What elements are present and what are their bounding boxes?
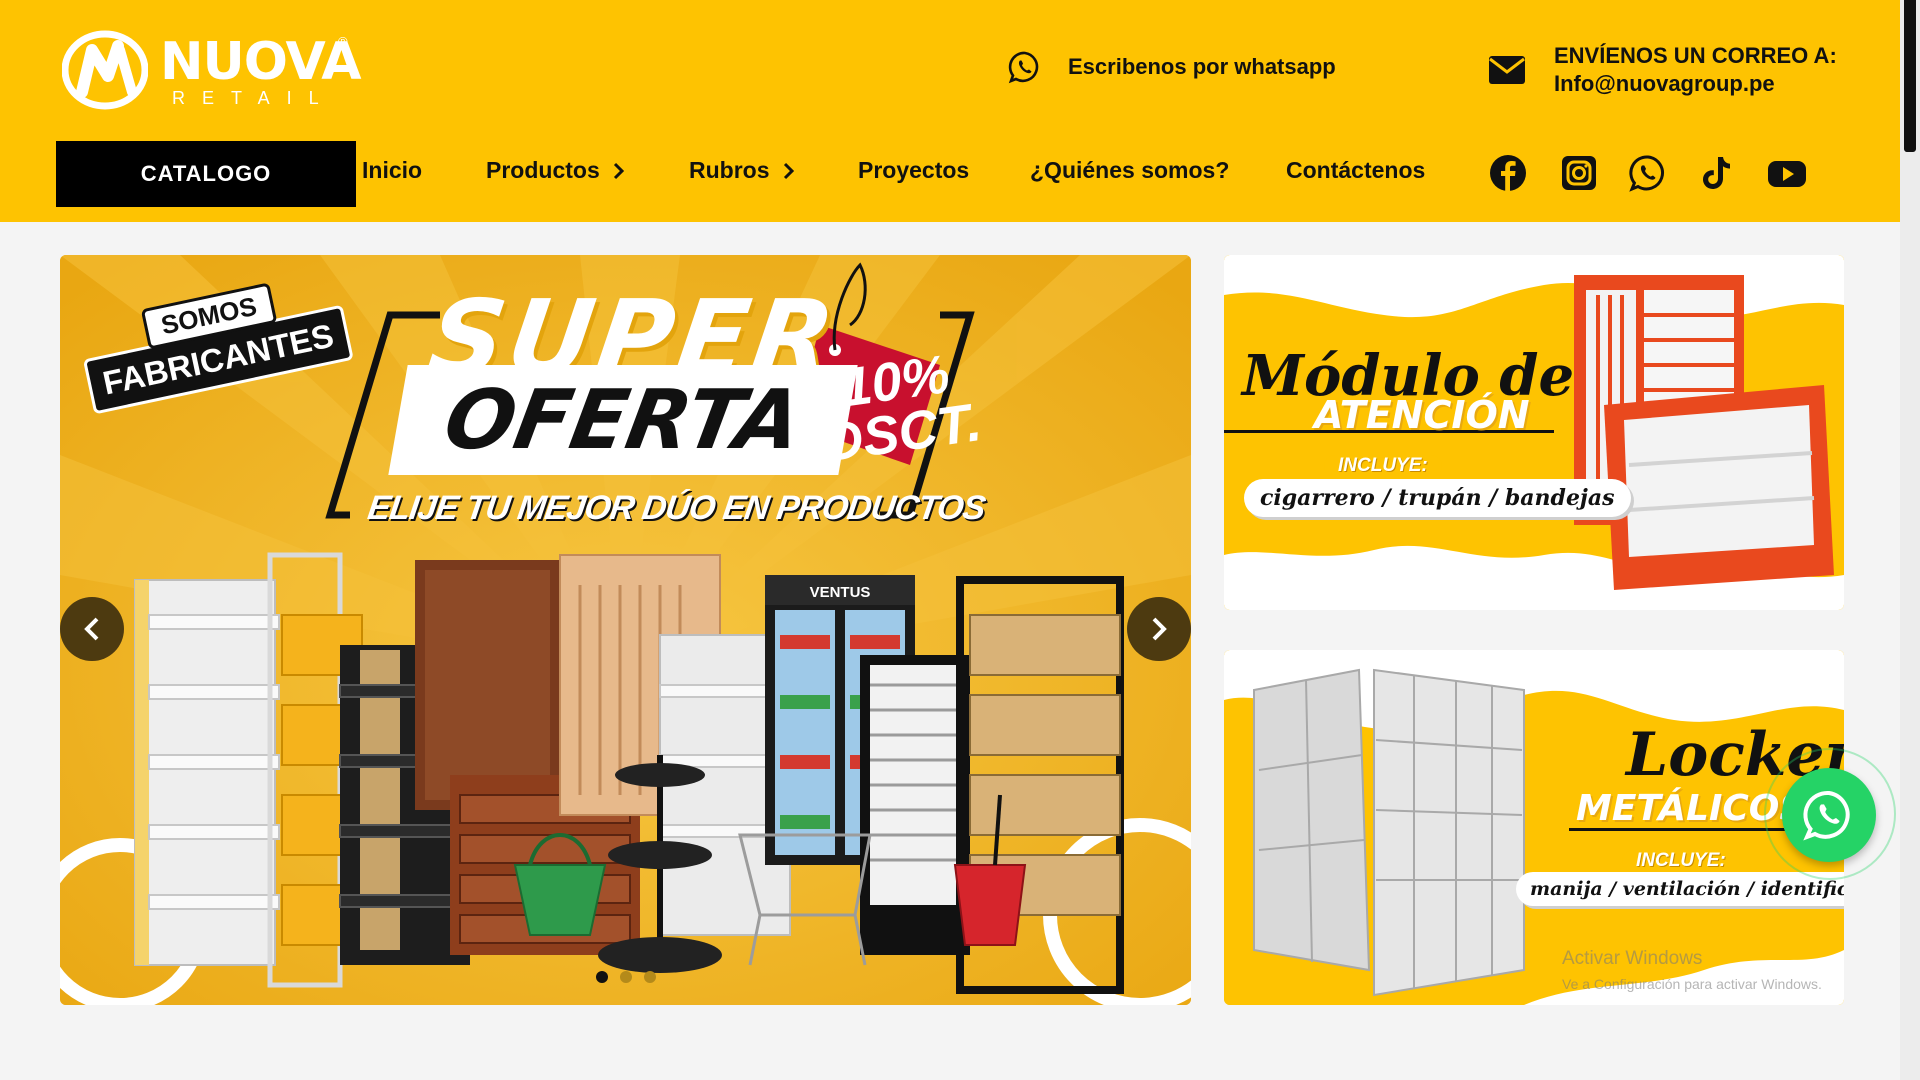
fridge-brand: VENTUS — [810, 584, 871, 601]
nav-item-rubros[interactable]: Rubros — [689, 157, 796, 184]
slider-dot[interactable] — [620, 971, 632, 983]
instagram-icon[interactable] — [1559, 153, 1599, 193]
watermark-line-2: Ve a Configuración para activar Windows. — [1562, 976, 1822, 992]
nav-item-inicio[interactable]: Inicio — [362, 157, 422, 184]
nav-item-proyectos[interactable]: Proyectos — [858, 157, 969, 184]
nav-item-contactenos[interactable]: Contáctenos — [1286, 157, 1425, 184]
discount-tag: 10% DSCT. — [814, 344, 985, 473]
watermark-line-1: Activar Windows — [1562, 948, 1703, 969]
windows-activation-watermark: Activar Windows Ve a Configuración para … — [1562, 948, 1822, 992]
slider-next-button[interactable] — [1127, 597, 1191, 661]
whatsapp-icon — [1803, 790, 1850, 841]
brand-logo[interactable]: NUOVA ® RETAIL — [62, 30, 362, 110]
chevron-left-icon — [84, 617, 99, 641]
nuova-n-mark-icon — [62, 30, 148, 110]
chevron-right-icon — [613, 162, 624, 179]
banner-modulo-atencion[interactable]: Módulo de ATENCIÓN INCLUYE: cigarrero / … — [1224, 255, 1844, 610]
nav-item-label: Proyectos — [858, 157, 970, 183]
email-contact[interactable]: ENVÍENOS UN CORREO A: Info@nuovagroup.pe — [1488, 42, 1837, 98]
slider-dot[interactable] — [596, 971, 608, 983]
tiktok-icon[interactable] — [1696, 153, 1736, 193]
nav-item-label: ¿Quiénes somos? — [1030, 157, 1230, 183]
chevron-right-icon — [1152, 617, 1167, 641]
registered-mark: ® — [338, 34, 348, 49]
banner-2-incluye: INCLUYE: — [1622, 850, 1740, 872]
whatsapp-contact[interactable]: Escribenos por whatsapp — [1008, 50, 1336, 84]
whatsapp-icon — [1008, 51, 1039, 84]
site-header: NUOVA ® RETAIL Escribenos por whatsapp E… — [0, 0, 1900, 222]
page-scrollbar[interactable] — [1900, 0, 1920, 1080]
email-label: ENVÍENOS UN CORREO A: — [1554, 43, 1837, 68]
brand-name: NUOVA — [160, 32, 362, 92]
nav-item-label: Contáctenos — [1286, 157, 1426, 183]
nav-item-quienes-somos[interactable]: ¿Quiénes somos? — [1030, 157, 1229, 184]
facebook-icon[interactable] — [1488, 153, 1528, 193]
catalog-button[interactable]: CATALOGO — [56, 141, 356, 207]
whatsapp-contact-label: Escribenos por whatsapp — [1068, 54, 1336, 79]
banner-1-title-caps: ATENCIÓN — [1314, 393, 1530, 437]
slider-prev-button[interactable] — [60, 597, 124, 661]
envelope-icon — [1489, 56, 1525, 84]
nav-item-productos[interactable]: Productos — [486, 157, 626, 184]
scrollbar-thumb[interactable] — [1904, 0, 1916, 152]
hero-slider[interactable]: VENTUS SOMOS FABRICANTES SUPER OFERTA 10… — [60, 255, 1191, 1005]
banner-1-incluye: INCLUYE: — [1324, 455, 1442, 477]
whatsapp-float-button[interactable] — [1782, 768, 1876, 862]
headline-oferta: OFERTA — [388, 365, 858, 475]
main-nav: CATALOGO Inicio Productos Rubros Proyect… — [56, 141, 1836, 207]
nav-item-label: Rubros — [689, 157, 770, 183]
brand-tagline: RETAIL — [172, 88, 336, 108]
youtube-icon[interactable] — [1766, 153, 1808, 193]
hero-subheadline: ELIJE TU MEJOR DÚO EN PRODUCTOS — [365, 489, 988, 527]
banner-2-items: manija / ventilación / identificador — [1516, 872, 1844, 906]
banner-1-items: cigarrero / trupán / bandejas — [1244, 479, 1631, 517]
slider-dot[interactable] — [644, 971, 656, 983]
nav-item-label: Productos — [486, 157, 600, 183]
chevron-right-icon — [783, 162, 794, 179]
whatsapp-icon[interactable] — [1628, 153, 1668, 193]
nav-item-label: Inicio — [362, 157, 423, 183]
slider-pagination — [596, 971, 656, 983]
email-address[interactable]: Info@nuovagroup.pe — [1554, 70, 1837, 98]
